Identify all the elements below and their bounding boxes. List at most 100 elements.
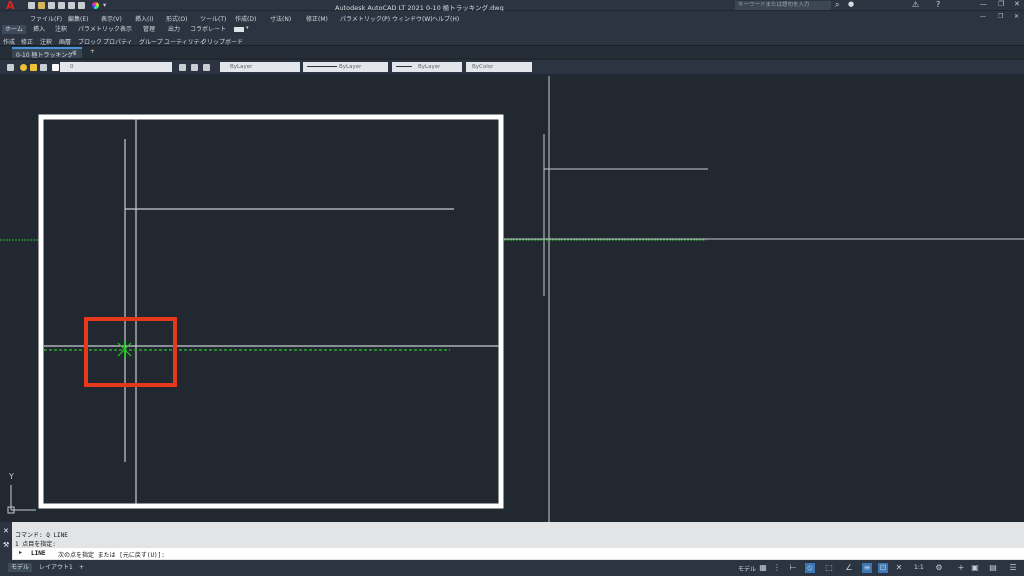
doc-close-button[interactable]: ✕ — [1014, 13, 1019, 20]
sun-icon[interactable] — [30, 64, 37, 71]
command-input[interactable]: ▸ LINE 次の点を指定 または [元に戻す(U)]: — [13, 548, 1024, 559]
layer-dropdown[interactable]: 0 — [60, 62, 172, 72]
command-prompt: 次の点を指定 または [元に戻す(U)]: — [58, 552, 165, 559]
menu-view[interactable]: 表示(V) — [101, 14, 122, 23]
lightbulb-icon[interactable] — [20, 64, 27, 71]
panel-modify[interactable]: 修正 — [21, 37, 33, 46]
ribbon-panels: 作成 修正 注釈 画層 ブロック プロパティ グループ ユーティリティ クリップ… — [0, 35, 1024, 46]
tab-insert[interactable]: 挿入 — [30, 25, 48, 34]
ortho-icon[interactable]: ⊢ — [788, 563, 798, 573]
workspace-gear-icon[interactable]: ⚙ — [934, 563, 944, 573]
undo-icon[interactable] — [78, 2, 85, 9]
tab-model[interactable]: モデル — [8, 563, 33, 572]
user-icon[interactable]: ● — [848, 0, 854, 8]
panel-draw[interactable]: 作成 — [3, 37, 15, 46]
annotation-monitor-icon[interactable]: + — [956, 563, 966, 573]
add-tab-button[interactable]: + — [90, 48, 95, 55]
lock-icon[interactable] — [40, 64, 47, 71]
tab-home[interactable]: ホーム — [2, 25, 26, 34]
tab-manage[interactable]: 管理 — [140, 25, 158, 34]
menu-draw[interactable]: 作成(D) — [235, 14, 256, 23]
doc-restore-button[interactable]: ❐ — [998, 13, 1003, 20]
tab-annotate[interactable]: 注釈 — [52, 25, 70, 34]
title-bar: A ▾ Autodesk AutoCAD LT 2021 0-10 極トラッキン… — [0, 0, 1024, 12]
annotation-visibility-icon[interactable]: ✕ — [894, 563, 904, 573]
menu-edit[interactable]: 編集(E) — [68, 14, 88, 23]
drawing-canvas[interactable]: Y — [0, 76, 1024, 522]
units-icon[interactable]: ▣ — [970, 563, 980, 573]
doc-tab-label: 0-10 極トラッキング* — [16, 52, 77, 59]
doc-minimize-button[interactable]: — — [980, 13, 986, 20]
minimize-button[interactable]: — — [980, 0, 987, 8]
search-icon[interactable]: ⌕ — [835, 0, 839, 10]
ribbon-toggle-dropdown-icon[interactable]: ▾ — [246, 25, 249, 31]
linetype-line-icon — [307, 66, 337, 67]
plotstyle-dropdown[interactable]: ByColor — [466, 62, 532, 72]
panel-properties[interactable]: プロパティ — [103, 37, 133, 46]
close-button[interactable]: ✕ — [1014, 0, 1020, 8]
close-icon[interactable]: ✕ — [3, 527, 9, 535]
command-icon: ▸ — [19, 549, 23, 556]
panel-block[interactable]: ブロック — [78, 37, 102, 46]
linetype-dropdown[interactable]: ByLayer — [303, 62, 388, 72]
new-icon[interactable] — [28, 2, 35, 9]
menu-insert[interactable]: 挿入(I) — [135, 14, 153, 23]
menu-parametric[interactable]: パラメトリック(P) — [340, 14, 390, 23]
layer-previous-icon[interactable] — [203, 64, 210, 71]
menu-modify[interactable]: 修正(M) — [306, 14, 328, 23]
wrench-icon[interactable]: ⚒ — [3, 541, 9, 549]
panel-layers[interactable]: 画層 — [59, 37, 71, 46]
add-layout-button[interactable]: + — [76, 563, 87, 572]
clean-screen-icon[interactable]: ▤ — [988, 563, 998, 573]
tab-collaborate[interactable]: コラボレート — [187, 25, 229, 34]
menu-window[interactable]: ウィンドウ(W) — [392, 14, 433, 23]
share-icon[interactable]: ⚠ — [912, 0, 919, 9]
panel-clipboard[interactable]: クリップボード — [201, 37, 243, 46]
make-current-icon[interactable] — [179, 64, 186, 71]
print-icon[interactable] — [68, 2, 75, 9]
model-space-button[interactable]: モデル — [738, 564, 756, 573]
panel-utilities[interactable]: ユーティリティ — [164, 37, 205, 46]
panel-annotation[interactable]: 注釈 — [40, 37, 52, 46]
panel-groups[interactable]: グループ — [139, 37, 163, 46]
tab-layout1[interactable]: レイアウト1 — [36, 563, 76, 572]
lineweight-dropdown[interactable]: ByLayer — [392, 62, 462, 72]
tab-parametric[interactable]: パラメトリック — [75, 25, 123, 34]
lineweight-icon[interactable]: ≡ — [862, 563, 872, 573]
polar-tracking-icon[interactable]: ⦸ — [805, 563, 815, 573]
menu-dimension[interactable]: 寸法(N) — [270, 14, 291, 23]
lineweight-line-icon — [396, 66, 412, 67]
layer-color-swatch[interactable] — [52, 64, 59, 71]
close-icon[interactable]: × — [72, 49, 77, 56]
open-icon[interactable] — [38, 2, 45, 9]
tab-output[interactable]: 出力 — [165, 25, 183, 34]
customization-menu-icon[interactable]: ☰ — [1008, 563, 1018, 573]
restore-button[interactable]: ❐ — [998, 0, 1004, 8]
object-snap-icon[interactable]: ⬚ — [824, 563, 834, 573]
menu-file[interactable]: ファイル(F) — [30, 14, 62, 23]
snap-icon[interactable]: ⋮ — [772, 563, 782, 573]
save-icon[interactable] — [48, 2, 55, 9]
menu-help[interactable]: ヘルプ(H) — [432, 14, 459, 23]
viewport-frame — [38, 114, 504, 509]
saveas-icon[interactable] — [58, 2, 65, 9]
command-history-2: 1 点目を指定: — [15, 541, 56, 548]
menu-tools[interactable]: ツール(T) — [200, 14, 226, 23]
help-icon[interactable]: ? — [936, 0, 940, 9]
menu-format[interactable]: 形式(O) — [166, 14, 187, 23]
color-dropdown[interactable]: ByLayer — [220, 62, 300, 72]
layer-props-icon[interactable] — [7, 64, 14, 71]
osnap-tracking-icon[interactable]: ∠ — [844, 563, 854, 573]
annotation-scale[interactable]: 1:1 — [914, 564, 924, 571]
command-line-handle[interactable]: ✕ ⚒ — [0, 522, 12, 560]
drawing-svg[interactable] — [0, 76, 1024, 522]
tab-view[interactable]: 表示 — [117, 25, 135, 34]
grid-icon[interactable]: ▦ — [758, 563, 768, 573]
color-wheel-icon[interactable] — [92, 2, 99, 9]
selection-cycling-icon[interactable]: ⊡ — [878, 563, 888, 573]
doc-tab-active[interactable]: 0-10 極トラッキング* × — [12, 47, 82, 59]
ribbon-toggle-icon[interactable] — [234, 27, 244, 32]
search-input[interactable]: キーワードまたは語句を入力 — [735, 1, 831, 10]
quick-access-dropdown-icon[interactable]: ▾ — [103, 1, 106, 9]
match-layer-icon[interactable] — [191, 64, 198, 71]
